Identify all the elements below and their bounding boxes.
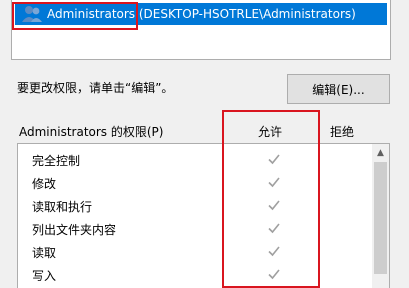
- permission-row: 列出文件夹内容: [18, 217, 374, 240]
- allow-check-icon: [268, 246, 280, 257]
- permission-label: 读取和执行: [32, 200, 93, 214]
- edit-hint-text: 要更改权限，请单击“编辑”。: [17, 81, 174, 95]
- allow-check-icon: [268, 223, 280, 234]
- scroll-thumb[interactable]: [374, 162, 387, 274]
- permission-label: 完全控制: [32, 154, 81, 168]
- permission-label: 读取: [32, 246, 57, 260]
- principal-name: Administrators (DESKTOP-HSOTRLE\Administ…: [47, 7, 356, 21]
- edit-button[interactable]: 编辑(E)...: [287, 74, 390, 104]
- allow-column-header: 允许: [258, 125, 283, 139]
- vertical-scrollbar[interactable]: ▲: [372, 144, 389, 288]
- principal-row-administrators[interactable]: Administrators (DESKTOP-HSOTRLE\Administ…: [15, 3, 387, 25]
- permission-label: 列出文件夹内容: [32, 223, 117, 237]
- permission-row: 完全控制: [18, 148, 374, 171]
- group-user-list[interactable]: Administrators (DESKTOP-HSOTRLE\Administ…: [11, 0, 391, 60]
- permission-row: 写入: [18, 263, 374, 286]
- security-tab: Administrators (DESKTOP-HSOTRLE\Administ…: [0, 0, 409, 288]
- user-group-icon: [22, 6, 42, 22]
- allow-check-icon: [268, 200, 280, 211]
- permission-row: 修改: [18, 171, 374, 194]
- scroll-up-arrow-icon[interactable]: ▲: [372, 144, 389, 161]
- deny-column-header: 拒绝: [330, 125, 355, 139]
- allow-check-icon: [268, 177, 280, 188]
- permission-label: 写入: [32, 269, 57, 283]
- allow-check-icon: [268, 269, 280, 280]
- permission-row: 读取和执行: [18, 194, 374, 217]
- allow-check-icon: [268, 154, 280, 165]
- permission-label: 修改: [32, 177, 57, 191]
- permissions-header: Administrators 的权限(P): [19, 125, 164, 139]
- permissions-list[interactable]: 完全控制 修改 读取和执行 列出文件夹内容 读取 写入 ▲: [17, 143, 390, 288]
- permission-row: 读取: [18, 240, 374, 263]
